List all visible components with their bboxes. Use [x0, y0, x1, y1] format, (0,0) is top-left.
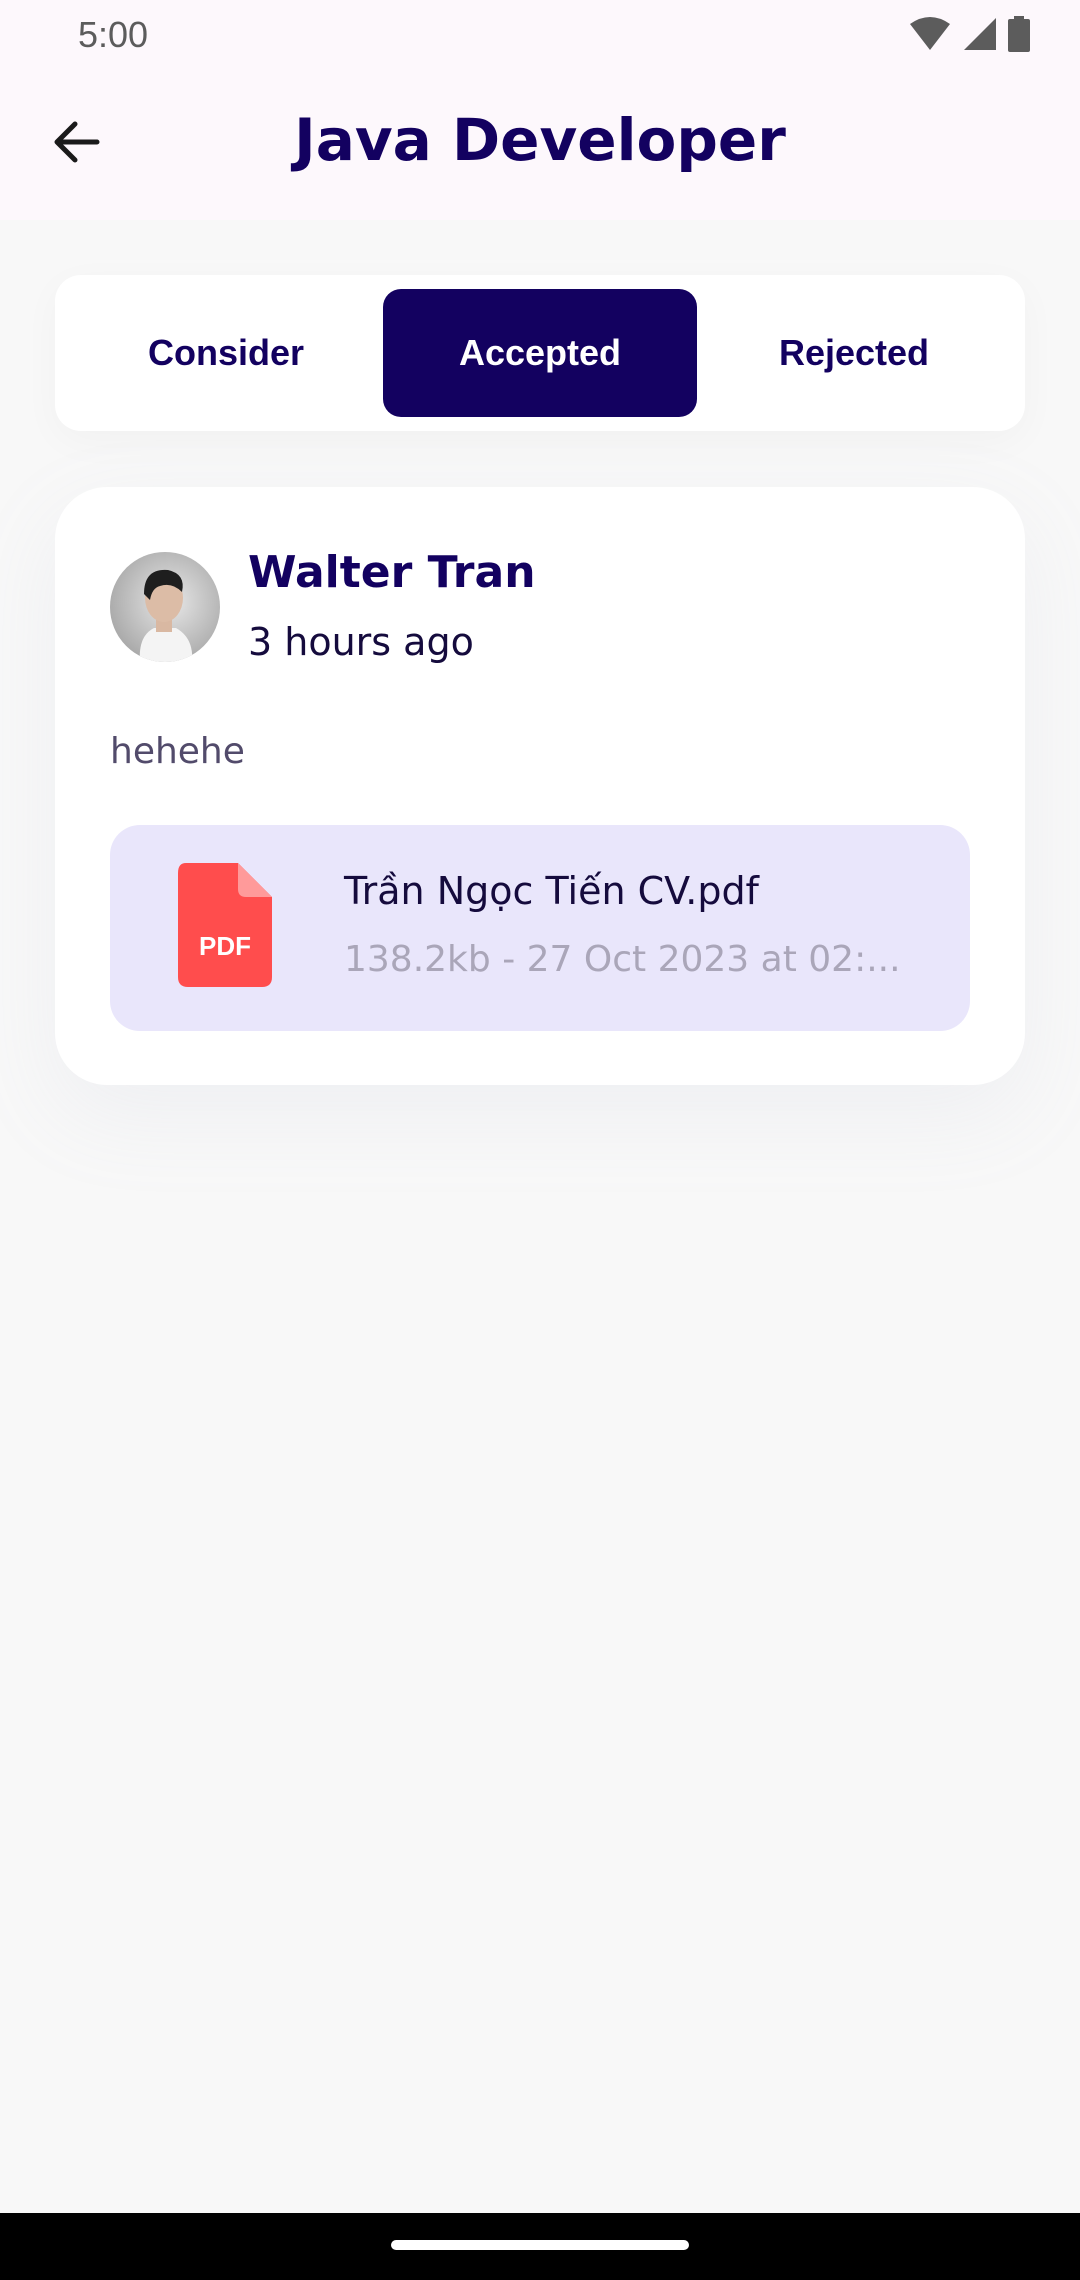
- app-bar: Java Developer: [0, 72, 1080, 220]
- signal-icon: [964, 18, 996, 50]
- tab-consider[interactable]: Consider: [69, 289, 383, 417]
- wifi-icon: [910, 17, 950, 50]
- status-bar: 5:00: [0, 0, 1080, 72]
- page-title: Java Developer: [294, 106, 786, 174]
- file-name: Trần Ngọc Tiến CV.pdf: [344, 869, 759, 913]
- system-nav-bar: [0, 2213, 1080, 2280]
- status-time: 5:00: [78, 14, 149, 55]
- tab-rejected[interactable]: Rejected: [697, 289, 1011, 417]
- home-indicator[interactable]: [391, 2240, 689, 2250]
- status-tabs: Consider Accepted Rejected: [55, 275, 1025, 431]
- status-icons: [908, 16, 1030, 52]
- avatar: [110, 552, 220, 662]
- battery-icon: [1008, 16, 1030, 52]
- applicant-name: Walter Tran: [248, 547, 536, 598]
- application-card[interactable]: Walter Tran 3 hours ago hehehe PDF Trần …: [55, 487, 1025, 1085]
- cv-attachment[interactable]: PDF Trần Ngọc Tiến CV.pdf 138.2kb - 27 O…: [110, 825, 970, 1031]
- tab-accepted[interactable]: Accepted: [383, 289, 697, 417]
- applied-time: 3 hours ago: [248, 620, 474, 664]
- pdf-file-icon: PDF: [178, 863, 272, 987]
- pdf-icon-label: PDF: [199, 931, 251, 961]
- applicant-message: hehehe: [110, 731, 245, 772]
- file-meta: 138.2kb - 27 Oct 2023 at 02:...: [344, 939, 901, 980]
